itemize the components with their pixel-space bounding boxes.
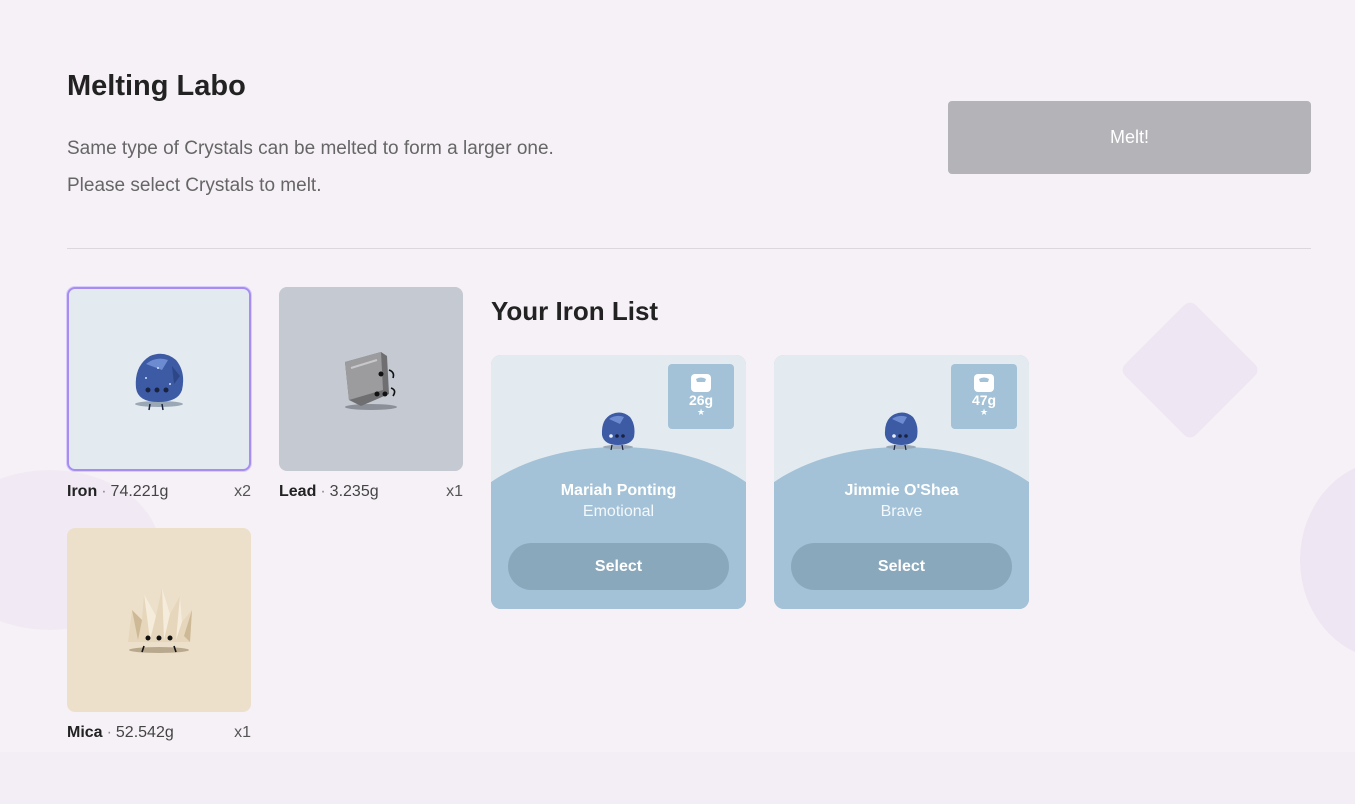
melting-labo-page: Melting Labo Same type of Crystals can b… xyxy=(0,0,1355,752)
star-icon: ★ xyxy=(696,407,706,417)
iron-crystal-icon xyxy=(135,353,184,411)
select-button[interactable]: Select xyxy=(791,543,1012,590)
description-line-2: Please select Crystals to melt. xyxy=(67,175,322,196)
crystal-tile[interactable] xyxy=(67,287,251,471)
select-button[interactable]: Select xyxy=(508,543,729,590)
crystal-item-lead[interactable]: Lead · 3.235g x1 xyxy=(279,287,463,501)
iron-crystal-icon xyxy=(601,412,635,451)
lead-crystal-icon xyxy=(345,352,397,410)
weight-scale-icon xyxy=(974,374,994,392)
crystal-name: Iron xyxy=(67,483,98,500)
weight-badge: 26g ★ xyxy=(668,364,734,429)
pet-weight: 47g xyxy=(971,392,997,408)
crystal-name: Lead xyxy=(279,483,317,500)
melt-button[interactable]: Melt! xyxy=(948,101,1311,174)
divider xyxy=(67,248,1311,249)
weight-scale-icon xyxy=(691,374,711,392)
pet-name: Jimmie O'Shea xyxy=(844,482,959,499)
pet-trait: Emotional xyxy=(582,503,655,520)
page-title: Melting Labo xyxy=(67,70,246,102)
pet-weight: 26g xyxy=(688,392,714,408)
mica-crystal-icon xyxy=(128,588,192,653)
iron-crystal-icon xyxy=(884,412,918,451)
crystal-tile[interactable] xyxy=(67,528,251,712)
crystal-count: x1 xyxy=(234,724,251,741)
page-description: Same type of Crystals can be melted to f… xyxy=(67,130,554,204)
crystal-meta: Iron · 74.221g x2 xyxy=(67,483,251,500)
crystal-weight: 52.542g xyxy=(115,724,174,741)
pet-card: 26g ★ Mariah Ponting Emotional Select xyxy=(491,355,746,609)
pet-name: Mariah Ponting xyxy=(560,482,677,499)
weight-badge: 47g ★ xyxy=(951,364,1017,429)
crystal-name: Mica xyxy=(67,724,103,741)
crystal-weight: 74.221g xyxy=(110,483,169,500)
description-line-1: Same type of Crystals can be melted to f… xyxy=(67,138,554,159)
crystal-tile[interactable] xyxy=(279,287,463,471)
crystal-meta: Lead · 3.235g x1 xyxy=(279,483,463,500)
crystal-item-iron[interactable]: Iron · 74.221g x2 xyxy=(67,287,251,501)
pet-card: 47g ★ Jimmie O'Shea Brave Select xyxy=(774,355,1029,609)
star-icon: ★ xyxy=(979,407,989,417)
list-title: Your Iron List xyxy=(491,296,659,326)
crystal-meta: Mica · 52.542g x1 xyxy=(67,724,251,741)
pet-trait: Brave xyxy=(880,503,923,520)
crystal-weight: 3.235g xyxy=(329,483,379,500)
crystal-count: x2 xyxy=(234,483,251,500)
crystal-count: x1 xyxy=(446,483,463,500)
crystal-item-mica[interactable]: Mica · 52.542g x1 xyxy=(67,528,251,742)
